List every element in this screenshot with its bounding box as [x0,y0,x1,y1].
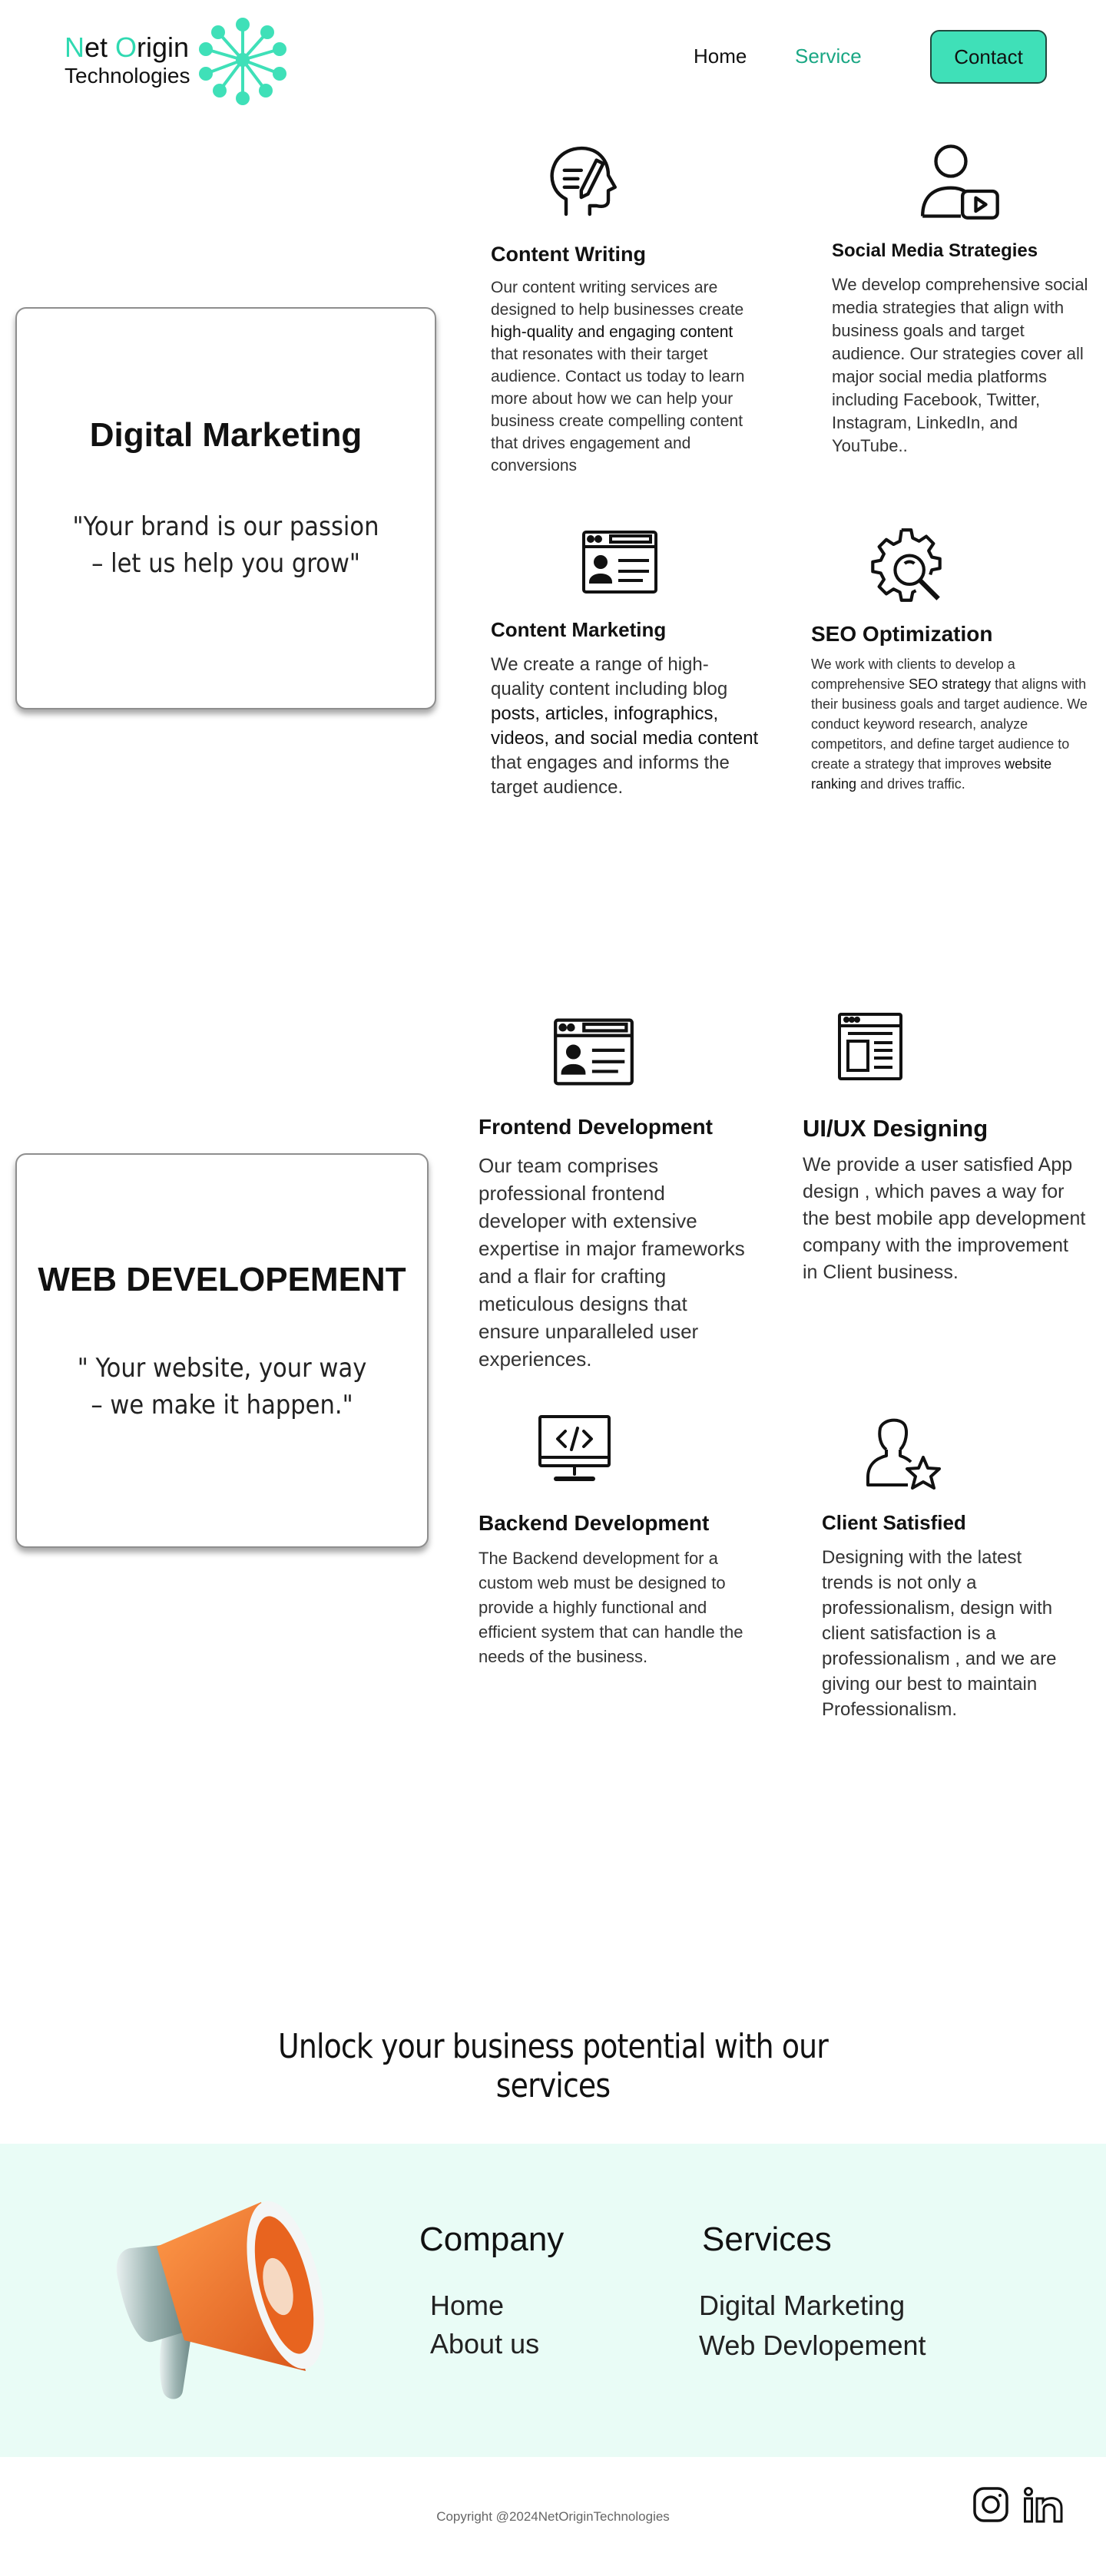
footer-digital-marketing-link[interactable]: Digital Marketing [699,2290,905,2322]
services-heading: Services [702,2221,832,2258]
content-marketing-desc-1: We create a range of high-quality conten… [491,654,728,699]
web-layout-icon [837,1012,903,1081]
logo[interactable]: Net Origin Technologies [65,32,190,89]
client-satisfied-desc: Designing with the latest trends is not … [822,1547,1057,1720]
backend-title: Backend Development [478,1511,710,1535]
company-heading: Company [419,2221,565,2258]
content-marketing-desc: We create a range of high-quality conten… [491,653,761,800]
footer-web-development-link[interactable]: Web Devlopement [699,2330,926,2362]
person-video-icon [919,141,1003,221]
social-media-desc: We develop comprehensive social media st… [832,275,1088,455]
person-star-icon [863,1414,943,1491]
content-marketing-desc-3: that engages and informs the target audi… [491,752,730,798]
client-satisfied-title: Client Satisfied [822,1511,966,1534]
content-marketing-title: Content Marketing [491,618,667,641]
content-writing-desc-3: that resonates with their target audienc… [491,346,745,475]
copyright-text: Copyright @2024NetOriginTechnologies [436,2509,670,2524]
nav-home-link[interactable]: Home [694,45,747,68]
digital-marketing-quote: "Your brand is our passion – let us help… [72,511,379,579]
digital-marketing-card: Digital Marketing "Your brand is our pas… [15,307,436,709]
content-marketing-highlight: posts, articles, infographics, videos, a… [491,703,759,749]
logo-letter-o: O [115,31,137,63]
digital-marketing-title: Digital Marketing [89,416,363,454]
frontend-title: Frontend Development [478,1115,713,1139]
seo-desc-5: and drives traffic. [856,776,965,792]
nav-service-link[interactable]: Service [795,45,862,68]
uiux-desc: We provide a user satisfied App design ,… [803,1154,1086,1283]
page: Net Origin Technologies Home Service Con… [0,0,1106,2576]
logo-text-et: et [84,31,116,63]
gear-search-icon [866,525,946,605]
cta-tagline: Unlock your business potential with our … [278,2027,829,2105]
seo-highlight-strategy: SEO strategy [909,676,992,692]
content-writing-desc-1: Our content writing services are designe… [491,279,744,319]
backend-desc: The Backend development for a custom web… [478,1549,743,1666]
head-pen-icon [541,138,625,223]
content-writing-highlight: high-quality and engaging content [491,323,733,341]
logo-line-1: Net Origin [65,32,190,63]
contact-button[interactable]: Contact [930,30,1047,84]
footer-about-link[interactable]: About us [430,2328,539,2360]
web-development-card: WEB DEVELOPEMENT " Your website, your wa… [15,1153,429,1548]
profile-card-icon [553,1017,634,1086]
monitor-code-icon [538,1414,611,1482]
logo-text-rigin: rigin [137,31,190,63]
network-logo-icon [197,15,289,107]
seo-desc: We work with clients to develop a compre… [811,654,1092,794]
logo-line-2: Technologies [65,64,190,88]
linkedin-icon[interactable] [1023,2486,1063,2523]
instagram-icon[interactable] [972,2486,1009,2523]
content-writing-desc: Our content writing services are designe… [491,276,764,477]
footer-home-link[interactable]: Home [430,2290,504,2322]
frontend-desc: Our team comprises professional frontend… [478,1154,745,1371]
web-development-title: WEB DEVELOPEMENT [38,1261,406,1298]
uiux-title: UI/UX Designing [803,1115,988,1142]
seo-title: SEO Optimization [811,622,993,646]
web-development-quote: " Your website, your way – we make it ha… [77,1353,367,1420]
megaphone-icon [108,2190,338,2412]
site-header: Net Origin Technologies Home Service Con… [0,0,1106,115]
logo-letter-n: N [65,31,84,63]
content-writing-title: Content Writing [491,243,646,266]
footer-band: Company Home About us Services Digital M… [0,2144,1106,2457]
profile-card-icon [581,530,658,594]
social-media-title: Social Media Strategies [832,240,1038,261]
